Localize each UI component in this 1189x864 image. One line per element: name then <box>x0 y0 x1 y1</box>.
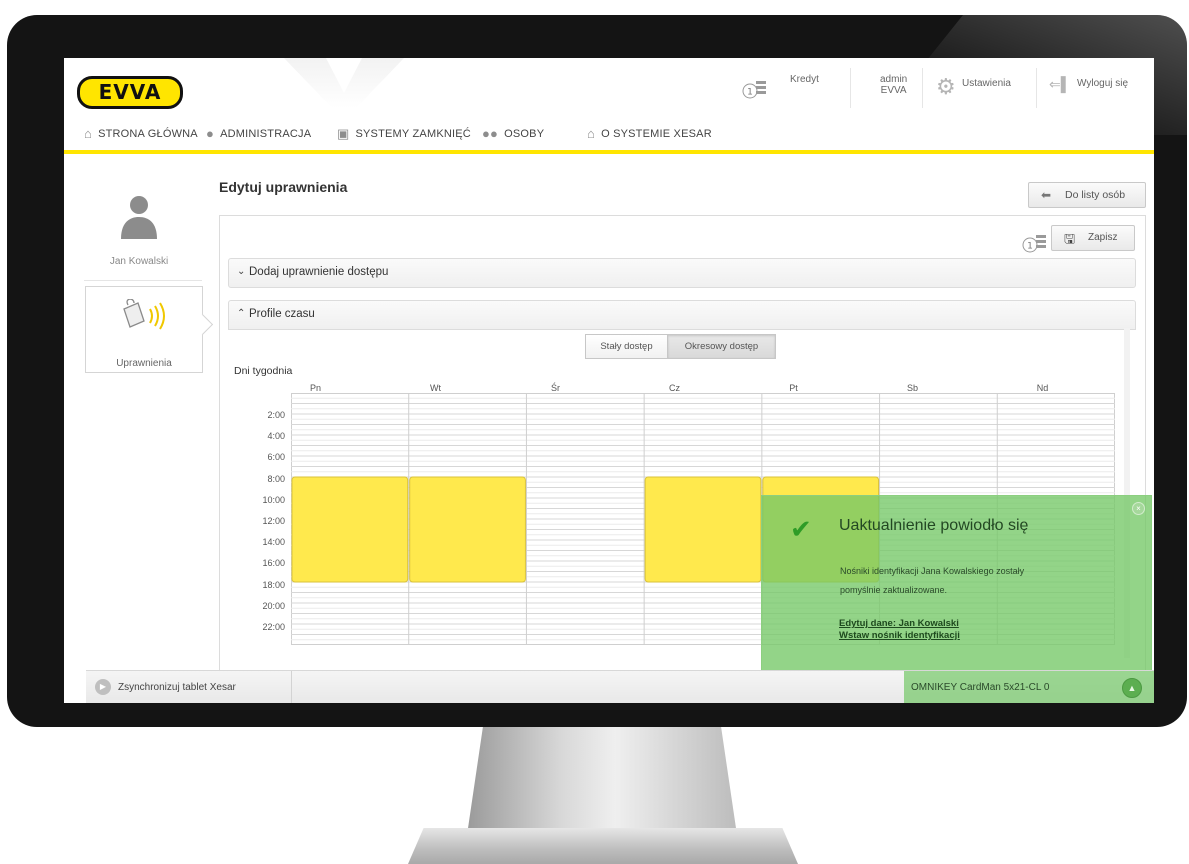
user-name: admin <box>880 74 908 85</box>
nav-item-administration[interactable]: ● ADMINISTRACJA <box>206 126 311 141</box>
settings-link[interactable]: Ustawienia <box>962 78 1011 89</box>
day-label-fri: Pt <box>789 383 798 393</box>
time-label: 22:00 <box>262 622 285 632</box>
floppy-disk-icon: 🖫 <box>1064 231 1076 246</box>
nav-item-persons[interactable]: ●● OSOBY <box>482 126 544 141</box>
toggle-periodic-access[interactable]: Okresowy dostęp <box>667 334 776 359</box>
permissions-label: Uprawnienia <box>116 358 172 369</box>
day-label-mon: Pn <box>309 383 321 393</box>
day-label-wed: Śr <box>551 383 560 393</box>
main-nav: ⌂ STRONA GŁÓWNA ● ADMINISTRACJA ▣ SYSTEMY Z… <box>64 116 1154 151</box>
day-label-thu: Cz <box>669 383 680 393</box>
svg-text:1: 1 <box>1027 242 1033 252</box>
reader-connected-icon[interactable]: ▲ <box>1122 678 1142 698</box>
accordion-add-permission-label: Dodaj uprawnienie dostępu <box>249 266 389 278</box>
home-icon: ⌂ <box>587 126 596 141</box>
pending-queue-icon: 1 <box>1022 235 1046 253</box>
header-divider <box>922 68 923 108</box>
person-icon: ● <box>206 126 215 141</box>
card-reader-label: OMNIKEY CardMan 5x21-CL 0 <box>911 682 1050 693</box>
time-label: 14:00 <box>262 537 285 547</box>
time-block-pn[interactable] <box>291 476 409 583</box>
user-org: EVVA <box>880 85 907 96</box>
time-label: 4:00 <box>267 431 285 441</box>
evva-logo[interactable]: EVVA <box>77 76 183 109</box>
back-arrow-icon: ⬅ <box>1041 188 1052 202</box>
nav-label: OSOBY <box>504 128 545 140</box>
header-watermark <box>284 58 404 108</box>
sync-tablet-button[interactable]: ▶ Zsynchronizuj tablet Xesar <box>86 671 292 703</box>
accordion-time-profiles[interactable]: ⌃ Profile czasu <box>228 300 1136 330</box>
gear-icon[interactable]: ⚙ <box>936 76 956 98</box>
credit-stack-icon: 1 <box>742 81 766 99</box>
card-reader-status: OMNIKEY CardMan 5x21-CL 0 ▲ <box>904 671 1154 703</box>
app-header: EVVA 1 Kredyt admin EVVA ⚙ Ustawienia ⇐▌… <box>64 58 1154 154</box>
lock-icon: ▣ <box>337 126 350 141</box>
time-label: 8:00 <box>267 474 285 484</box>
time-label: 16:00 <box>262 558 285 568</box>
page-title: Edytuj uprawnienia <box>219 179 348 195</box>
home-icon: ⌂ <box>84 126 93 141</box>
toggle-permanent-access[interactable]: Stały dostęp <box>585 334 668 359</box>
time-label: 2:00 <box>267 410 285 420</box>
status-bar: ▶ Zsynchronizuj tablet Xesar OMNIKEY Car… <box>86 670 1154 703</box>
logout-link[interactable]: Wyloguj się <box>1077 78 1128 89</box>
day-label-sun: Nd <box>1036 383 1049 393</box>
time-label: 12:00 <box>262 516 285 526</box>
checkmark-icon: ✔ <box>790 514 812 544</box>
save-button[interactable]: 🖫 Zapisz <box>1051 225 1135 251</box>
nav-item-home[interactable]: ⌂ STRONA GŁÓWNA <box>84 126 198 141</box>
svg-text:1: 1 <box>747 88 753 98</box>
app-screen: EVVA 1 Kredyt admin EVVA ⚙ Ustawienia ⇐▌… <box>64 58 1154 703</box>
chevron-up-icon: ⌃ <box>237 308 246 319</box>
nav-label: ADMINISTRACJA <box>220 128 312 140</box>
success-notification: × ✔ Uaktualnienie powiodło się Nośniki i… <box>761 495 1152 673</box>
time-label: 18:00 <box>262 580 285 590</box>
user-info: admin EVVA <box>880 74 907 96</box>
nav-item-locking-systems[interactable]: ▣ SYSTEMY ZAMKNIĘĆ <box>337 126 471 142</box>
nav-label: STRONA GŁÓWNA <box>98 128 198 140</box>
time-block-wt[interactable] <box>409 476 526 583</box>
day-label-tue: Wt <box>430 383 441 393</box>
header-divider <box>850 68 851 108</box>
sync-icon: ▶ <box>95 679 111 695</box>
back-button-label: Do listy osób <box>1065 189 1126 201</box>
monitor-bezel: EVVA 1 Kredyt admin EVVA ⚙ Ustawienia ⇐▌… <box>7 15 1187 727</box>
sync-tablet-label: Zsynchronizuj tablet Xesar <box>118 682 236 693</box>
logout-icon[interactable]: ⇐▌ <box>1049 76 1071 93</box>
nav-label: O SYSTEMIE XESAR <box>601 128 712 140</box>
time-label: 6:00 <box>267 452 285 462</box>
notification-title: Uaktualnienie powiodło się <box>839 517 1029 534</box>
insert-credential-link[interactable]: Wstaw nośnik identyfikacji <box>839 630 960 641</box>
header-divider <box>1036 68 1037 108</box>
close-icon[interactable]: × <box>1132 502 1145 515</box>
credit-link[interactable]: Kredyt <box>790 74 819 85</box>
time-label: 10:00 <box>262 495 285 505</box>
sidebar-divider <box>84 280 202 281</box>
day-label-sat: Sb <box>906 383 918 393</box>
back-to-persons-button[interactable]: ⬅ Do listy osób <box>1028 182 1146 208</box>
monitor-base <box>408 828 798 864</box>
accordion-add-permission[interactable]: ⌄ Dodaj uprawnienie dostępu <box>228 258 1136 288</box>
rfid-key-icon <box>123 299 165 330</box>
time-label: 20:00 <box>262 601 285 611</box>
person-name: Jan Kowalski <box>109 256 169 267</box>
nav-label: SYSTEMY ZAMKNIĘĆ <box>355 128 471 140</box>
people-icon: ●● <box>482 126 499 141</box>
weekdays-title: Dni tygodnia <box>234 365 293 377</box>
accordion-time-profiles-label: Profile czasu <box>249 308 315 320</box>
chevron-down-icon: ⌄ <box>237 266 246 277</box>
person-avatar-icon <box>121 196 157 239</box>
time-block-cz[interactable] <box>644 476 762 583</box>
header-accent-line <box>64 150 1154 154</box>
edit-person-link[interactable]: Edytuj dane: Jan Kowalski <box>839 618 959 629</box>
notification-message: Nośniki identyfikacji Jana Kowalskiego z… <box>840 566 1025 595</box>
permissions-tab[interactable]: Uprawnienia <box>85 286 203 373</box>
save-button-label: Zapisz <box>1088 232 1118 243</box>
monitor-stand <box>467 725 737 835</box>
nav-item-about-xesar[interactable]: ⌂ O SYSTEMIE XESAR <box>587 126 712 141</box>
